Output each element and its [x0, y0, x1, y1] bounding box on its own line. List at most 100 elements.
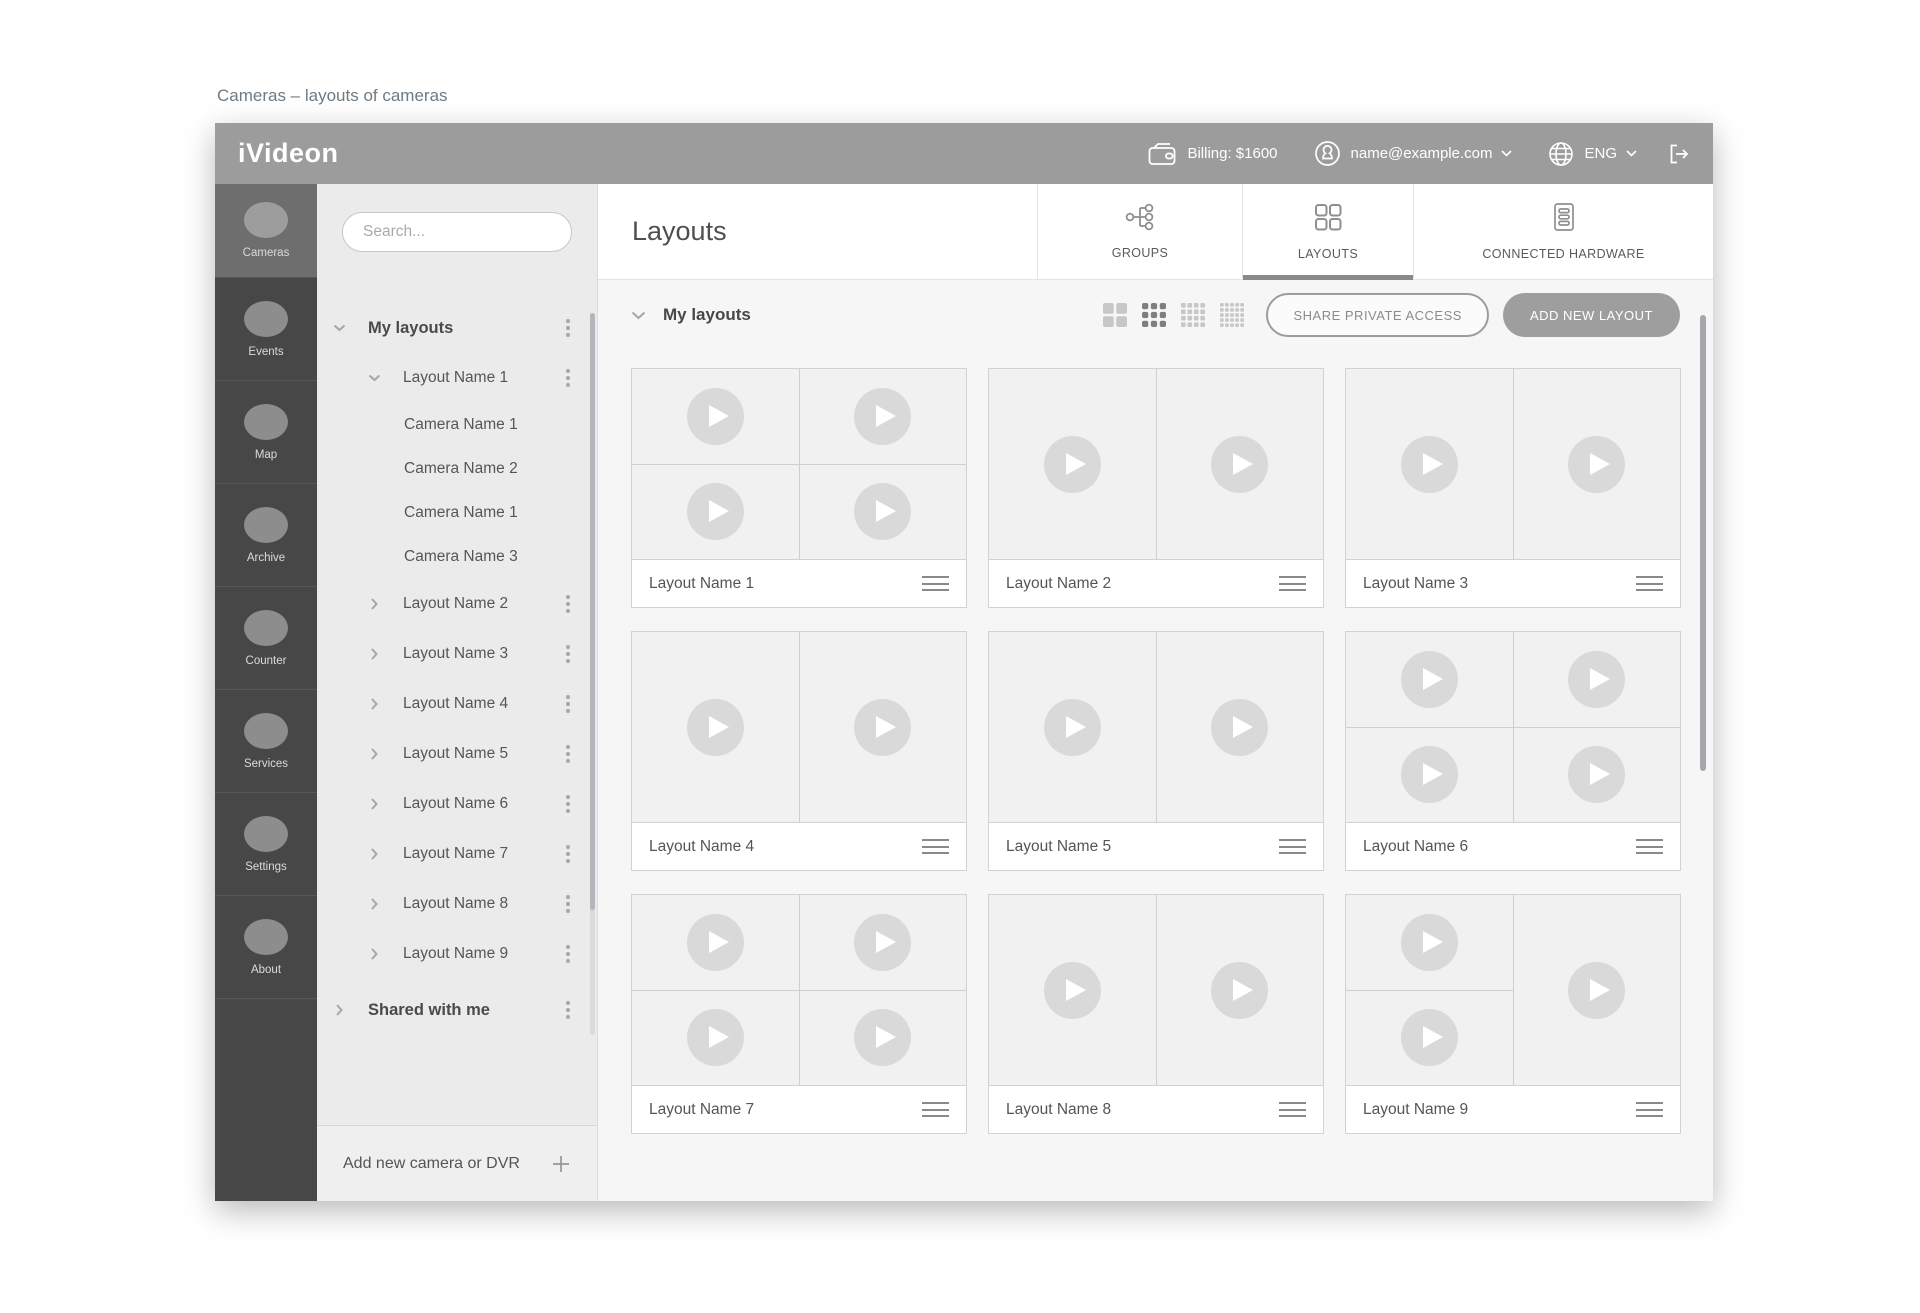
tree-item-layout-name-1[interactable]: Layout Name 1	[317, 353, 597, 403]
play-button[interactable]	[1043, 435, 1101, 493]
tree-item-camera-name-2[interactable]: Camera Name 2	[317, 447, 597, 491]
chevron-down-icon[interactable]	[631, 311, 646, 320]
card-menu-icon[interactable]	[922, 576, 949, 591]
card-menu-icon[interactable]	[1279, 839, 1306, 854]
layout-card-layout-name-8[interactable]: Layout Name 8	[988, 894, 1324, 1134]
layout-card-layout-name-9[interactable]: Layout Name 9	[1345, 894, 1681, 1134]
layout-card-layout-name-4[interactable]: Layout Name 4	[631, 631, 967, 871]
play-button[interactable]	[1568, 746, 1626, 804]
tab-layouts[interactable]: LAYOUTS	[1242, 184, 1413, 280]
add-camera-button[interactable]: Add new camera or DVR	[317, 1125, 597, 1201]
sidebar-item-archive[interactable]: Archive	[215, 484, 317, 587]
tree-item-shared-with-me[interactable]: Shared with me	[317, 985, 597, 1035]
sidebar-item-about[interactable]: About	[215, 896, 317, 999]
sidebar-item-counter[interactable]: Counter	[215, 587, 317, 690]
layout-card-layout-name-5[interactable]: Layout Name 5	[988, 631, 1324, 871]
logout-button[interactable]	[1667, 142, 1691, 166]
kebab-menu-icon[interactable]	[566, 1001, 570, 1019]
play-button[interactable]	[1568, 435, 1626, 493]
chevron-right-icon[interactable]	[368, 848, 386, 860]
play-button[interactable]	[854, 387, 912, 445]
tree-item-layout-name-9[interactable]: Layout Name 9	[317, 929, 597, 979]
play-button[interactable]	[1211, 961, 1269, 1019]
kebab-menu-icon[interactable]	[566, 695, 570, 713]
grid-3x3-view-active[interactable]	[1142, 303, 1167, 327]
card-menu-icon[interactable]	[1636, 1102, 1663, 1117]
chevron-right-icon[interactable]	[368, 698, 386, 710]
add-new-layout-button[interactable]: ADD NEW LAYOUT	[1502, 293, 1680, 337]
play-button[interactable]	[1400, 650, 1458, 708]
layout-card-layout-name-2[interactable]: Layout Name 2	[988, 368, 1324, 608]
layout-card-layout-name-1[interactable]: Layout Name 1	[631, 368, 967, 608]
kebab-menu-icon[interactable]	[566, 795, 570, 813]
play-button[interactable]	[1043, 698, 1101, 756]
tree-item-layout-name-4[interactable]: Layout Name 4	[317, 679, 597, 729]
chevron-right-icon[interactable]	[368, 598, 386, 610]
play-button[interactable]	[854, 483, 912, 541]
kebab-menu-icon[interactable]	[566, 319, 570, 337]
tree-item-camera-name-1[interactable]: Camera Name 1	[317, 403, 597, 447]
kebab-menu-icon[interactable]	[566, 745, 570, 763]
play-button[interactable]	[686, 483, 744, 541]
sidebar-item-events[interactable]: Events	[215, 278, 317, 381]
layout-card-layout-name-6[interactable]: Layout Name 6	[1345, 631, 1681, 871]
sidebar-item-settings[interactable]: Settings	[215, 793, 317, 896]
chevron-down-icon[interactable]	[368, 374, 386, 382]
sidebar-item-map[interactable]: Map	[215, 381, 317, 484]
tree-item-layout-name-7[interactable]: Layout Name 7	[317, 829, 597, 879]
play-button[interactable]	[1400, 435, 1458, 493]
kebab-menu-icon[interactable]	[566, 645, 570, 663]
kebab-menu-icon[interactable]	[566, 845, 570, 863]
play-button[interactable]	[1211, 698, 1269, 756]
layout-card-layout-name-3[interactable]: Layout Name 3	[1345, 368, 1681, 608]
tree-item-layout-name-3[interactable]: Layout Name 3	[317, 629, 597, 679]
sidebar-item-cameras[interactable]: Cameras	[215, 184, 317, 278]
play-button[interactable]	[686, 913, 744, 971]
play-button[interactable]	[1400, 913, 1458, 971]
kebab-menu-icon[interactable]	[566, 369, 570, 387]
kebab-menu-icon[interactable]	[566, 895, 570, 913]
kebab-menu-icon[interactable]	[566, 945, 570, 963]
card-menu-icon[interactable]	[1636, 576, 1663, 591]
grid-4x4-view[interactable]	[1181, 303, 1206, 327]
play-button[interactable]	[1400, 1009, 1458, 1067]
chevron-right-icon[interactable]	[368, 648, 386, 660]
grid-2x2-view[interactable]	[1103, 303, 1128, 327]
chevron-right-icon[interactable]	[368, 948, 386, 960]
billing-button[interactable]: Billing: $1600	[1147, 141, 1278, 167]
play-button[interactable]	[854, 913, 912, 971]
play-button[interactable]	[1568, 650, 1626, 708]
chevron-right-icon[interactable]	[333, 1004, 351, 1016]
main-scrollbar-thumb[interactable]	[1700, 315, 1706, 771]
search-input[interactable]	[363, 223, 551, 241]
tree-item-layout-name-6[interactable]: Layout Name 6	[317, 779, 597, 829]
play-button[interactable]	[1400, 746, 1458, 804]
tab-groups[interactable]: GROUPS	[1037, 184, 1242, 279]
tree-item-camera-name-1[interactable]: Camera Name 1	[317, 491, 597, 535]
play-button[interactable]	[854, 1009, 912, 1067]
play-button[interactable]	[686, 1009, 744, 1067]
tree-item-camera-name-3[interactable]: Camera Name 3	[317, 535, 597, 579]
card-menu-icon[interactable]	[1279, 1102, 1306, 1117]
chevron-right-icon[interactable]	[368, 798, 386, 810]
tree-item-layout-name-2[interactable]: Layout Name 2	[317, 579, 597, 629]
tree-item-layout-name-5[interactable]: Layout Name 5	[317, 729, 597, 779]
tab-connected-hardware[interactable]: CONNECTED HARDWARE	[1413, 184, 1713, 279]
play-button[interactable]	[1043, 961, 1101, 1019]
play-button[interactable]	[1211, 435, 1269, 493]
card-menu-icon[interactable]	[1279, 576, 1306, 591]
tree-item-layout-name-8[interactable]: Layout Name 8	[317, 879, 597, 929]
play-button[interactable]	[854, 698, 912, 756]
play-button[interactable]	[1568, 961, 1626, 1019]
card-menu-icon[interactable]	[1636, 839, 1663, 854]
kebab-menu-icon[interactable]	[566, 595, 570, 613]
play-button[interactable]	[686, 698, 744, 756]
share-private-access-button[interactable]: SHARE PRIVATE ACCESS	[1266, 293, 1489, 337]
layout-card-layout-name-7[interactable]: Layout Name 7	[631, 894, 967, 1134]
play-button[interactable]	[686, 387, 744, 445]
tree-item-my-layouts[interactable]: My layouts	[317, 303, 597, 353]
card-menu-icon[interactable]	[922, 839, 949, 854]
card-menu-icon[interactable]	[922, 1102, 949, 1117]
chevron-down-icon[interactable]	[333, 324, 351, 332]
tree-scrollbar-thumb[interactable]	[590, 313, 595, 910]
